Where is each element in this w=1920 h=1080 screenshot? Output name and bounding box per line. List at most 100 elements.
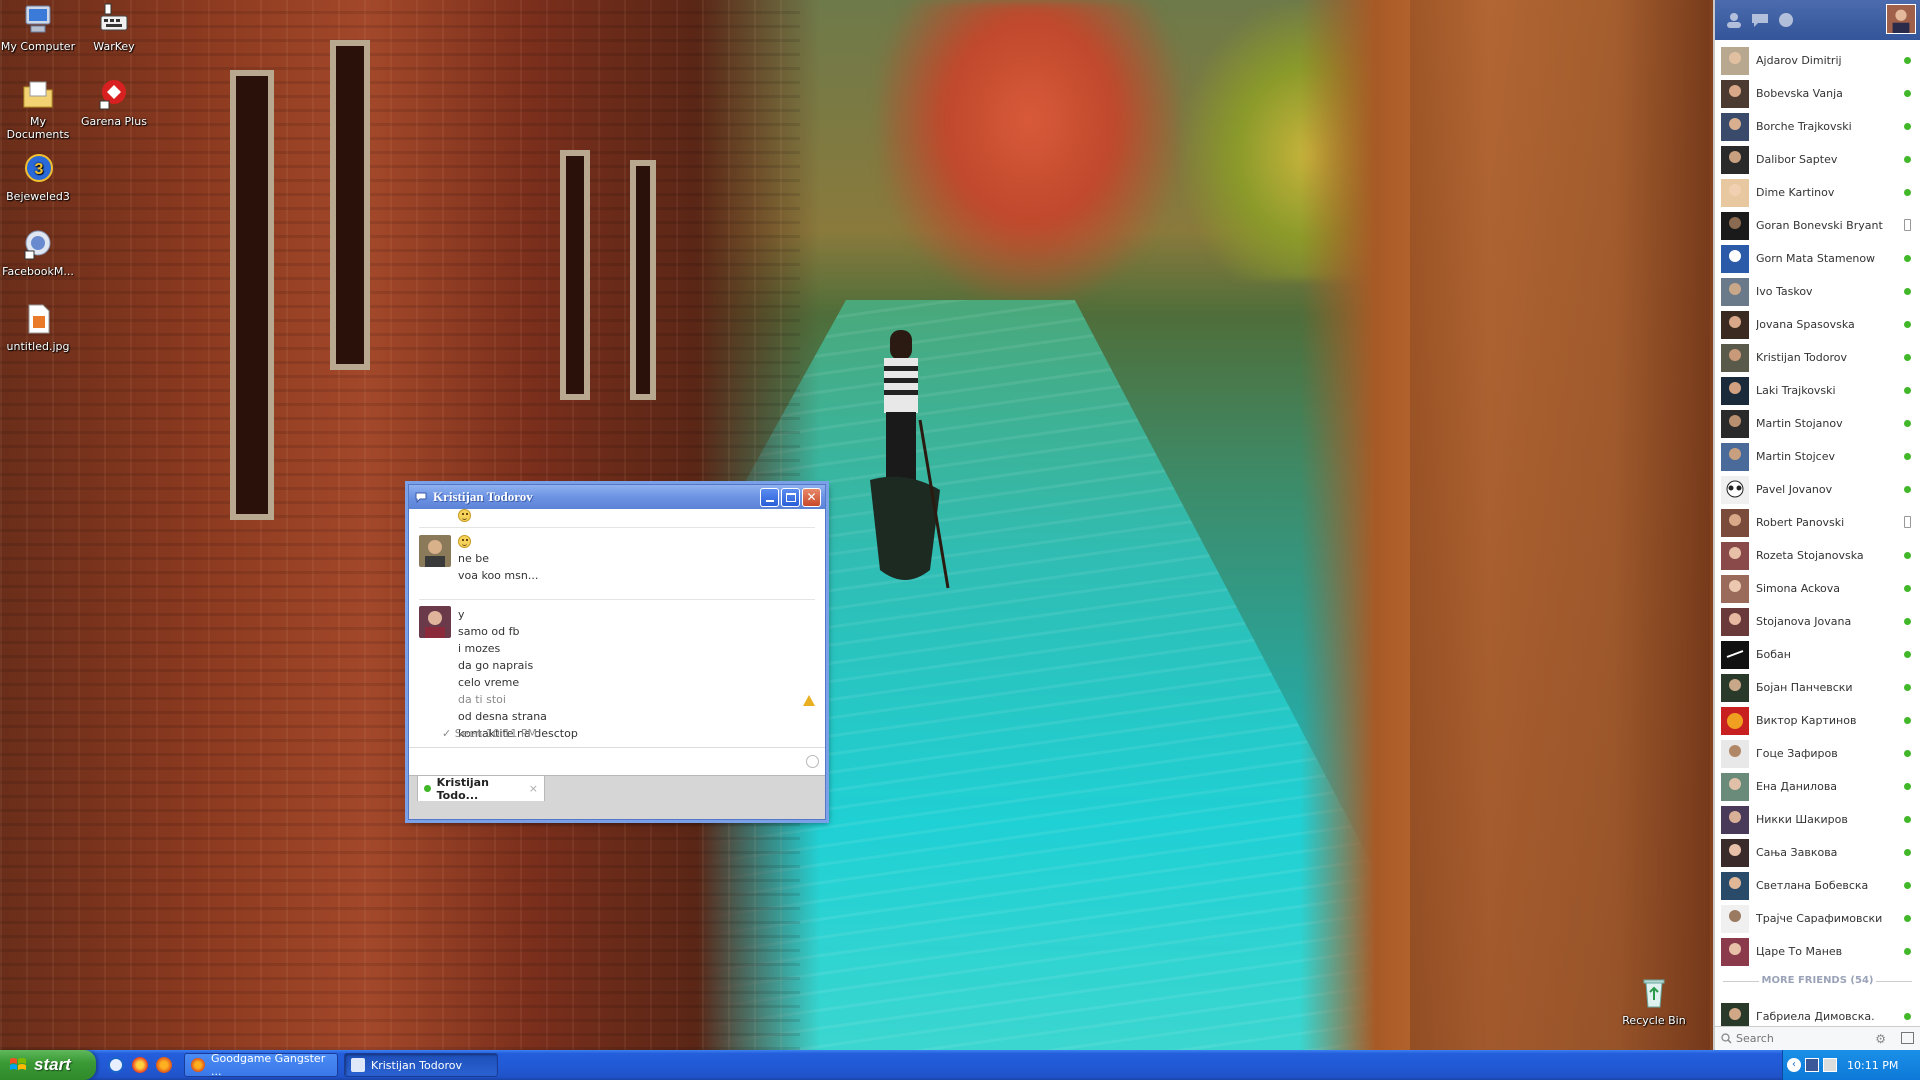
friend-row[interactable]: Виктор Картинов [1715,704,1920,737]
desktop-icon-my-computer[interactable]: My Computer [0,2,76,53]
desktop-icon-facebook-messenger[interactable]: FacebookM... [0,227,76,278]
avatar [1721,541,1749,570]
message-line: i mozes [458,642,501,655]
tab-close-icon[interactable]: × [529,782,538,795]
friend-row[interactable]: Pavel Jovanov [1715,473,1920,506]
friend-row[interactable]: Ivo Taskov [1715,275,1920,308]
wallpaper-right-shadow [1410,0,1710,1050]
maximize-button[interactable] [781,487,800,507]
chrome-icon[interactable] [132,1057,148,1073]
friend-row[interactable]: Dime Kartinov [1715,176,1920,209]
friend-row[interactable]: Никки Шакиров [1715,803,1920,836]
facebook-icon[interactable] [1805,1058,1819,1072]
friend-row[interactable]: Сања Завкова [1715,836,1920,869]
chat-window[interactable]: Kristijan Todorov ✕ ne be voa koo msn... [408,484,826,820]
desktop-icon-warkey[interactable]: WarKey [76,2,152,53]
message-line: da go naprais [458,659,534,672]
taskbar-button-chat[interactable]: Kristijan Todorov [344,1053,498,1077]
close-icon: ✕ [806,490,817,504]
online-status-icon [1904,156,1911,163]
chat-message-input[interactable] [409,747,825,775]
friend-row[interactable]: Borche Trajkovski [1715,110,1920,143]
avatar [419,606,451,638]
avatar [1721,244,1749,273]
online-status-icon [1904,453,1911,460]
friend-name: Rozeta Stojanovska [1756,549,1864,562]
close-button[interactable]: ✕ [802,487,821,507]
taskbar-button-goodgame[interactable]: Goodgame Gangster ... [184,1052,338,1078]
search-input[interactable] [1736,1032,1866,1045]
profile-avatar[interactable] [1886,4,1916,34]
chat-titlebar[interactable]: Kristijan Todorov ✕ [409,485,825,509]
friend-row[interactable]: Трајче Сарафимовски [1715,902,1920,935]
emoji-picker-icon[interactable] [806,755,819,768]
popout-icon[interactable] [1901,1032,1914,1044]
friend-row[interactable]: Stojanova Jovana [1715,605,1920,638]
online-status-icon [1904,90,1911,97]
desktop-icon-my-documents[interactable]: My Documents [0,77,76,141]
avatar [1721,904,1749,933]
friend-row[interactable]: Robert Panovski [1715,506,1920,539]
friend-row[interactable]: Гоце Зафиров [1715,737,1920,770]
friend-row[interactable]: Martin Stojcev [1715,440,1920,473]
friend-row[interactable]: Dalibor Saptev [1715,143,1920,176]
friend-row[interactable]: Rozeta Stojanovska [1715,539,1920,572]
desktop-icon-bejeweled3[interactable]: 3 Bejeweled3 [0,152,76,203]
friend-row[interactable]: Бојан Панчевски [1715,671,1920,704]
online-status-icon [1904,486,1911,493]
friend-name: Трајче Сарафимовски [1756,912,1883,925]
warning-icon[interactable] [803,695,815,706]
friend-row[interactable]: Gorn Mata Stamenow [1715,242,1920,275]
friend-row[interactable]: Ена Данилова [1715,770,1920,803]
online-status-icon [1904,552,1911,559]
chevron-left-icon[interactable]: ‹ [1787,1058,1801,1072]
smiley-icon [458,509,471,522]
online-status-icon [1904,288,1911,295]
friend-row[interactable]: Светлана Бобевска [1715,869,1920,902]
globe-icon[interactable] [1777,12,1795,28]
desktop-icon-recycle-bin[interactable]: Recycle Bin [1616,976,1692,1027]
friend-row[interactable]: Jovana Spasovska [1715,308,1920,341]
friend-row[interactable]: Martin Stojanov [1715,407,1920,440]
messenger-app-icon [24,230,51,260]
avatar [1721,79,1749,108]
friend-row[interactable]: Laki Trajkovski [1715,374,1920,407]
messages-icon[interactable] [1751,12,1769,28]
friend-row[interactable]: Goran Bonevski Bryant [1715,209,1920,242]
smiley-icon [458,535,471,548]
friend-row[interactable]: Ajdarov Dimitrij [1715,44,1920,77]
friend-name: Martin Stojcev [1756,450,1835,463]
clock[interactable]: 10:11 PM [1847,1059,1898,1072]
message-line: od desna strana [458,710,547,723]
friend-row[interactable]: Kristijan Todorov [1715,341,1920,374]
message-line-failed: da ti stoi [458,693,506,706]
avatar [1721,310,1749,339]
friend-name: Dalibor Saptev [1756,153,1838,166]
desktop-icon-garena-plus[interactable]: Garena Plus [76,77,152,128]
avatar [1721,178,1749,207]
friend-row[interactable]: Бобан [1715,638,1920,671]
minimize-button[interactable] [760,487,779,507]
more-friends-header: MORE FRIENDS (54) [1715,975,1920,986]
firefox-icon[interactable] [156,1057,172,1073]
friends-icon[interactable] [1725,12,1743,28]
friend-name: Никки Шакиров [1756,813,1848,826]
chat-tab-kristijan[interactable]: Kristijan Todo... × [417,776,545,802]
chat-message-list[interactable]: ne be voa koo msn... y samo od fb i moze… [409,509,825,747]
desktop-icon-untitled-jpg[interactable]: untitled.jpg [0,302,76,353]
monitor-icon[interactable] [1823,1058,1837,1072]
desktop-wallpaper [0,0,1920,1050]
gear-icon[interactable]: ⚙ [1875,1032,1886,1046]
avatar [1721,805,1749,834]
internet-explorer-icon[interactable] [108,1057,124,1073]
start-button[interactable]: start [0,1050,96,1080]
avatar [1721,475,1749,504]
friend-row[interactable]: Simona Ackova [1715,572,1920,605]
friend-row[interactable]: Царе То Манев [1715,935,1920,968]
avatar [1721,508,1749,537]
keyboard-icon [100,3,128,31]
friend-row[interactable]: Bobevska Vanja [1715,77,1920,110]
recycle-bin-icon [1643,979,1665,1008]
friend-name: Martin Stojanov [1756,417,1843,430]
messenger-icon [351,1058,365,1072]
